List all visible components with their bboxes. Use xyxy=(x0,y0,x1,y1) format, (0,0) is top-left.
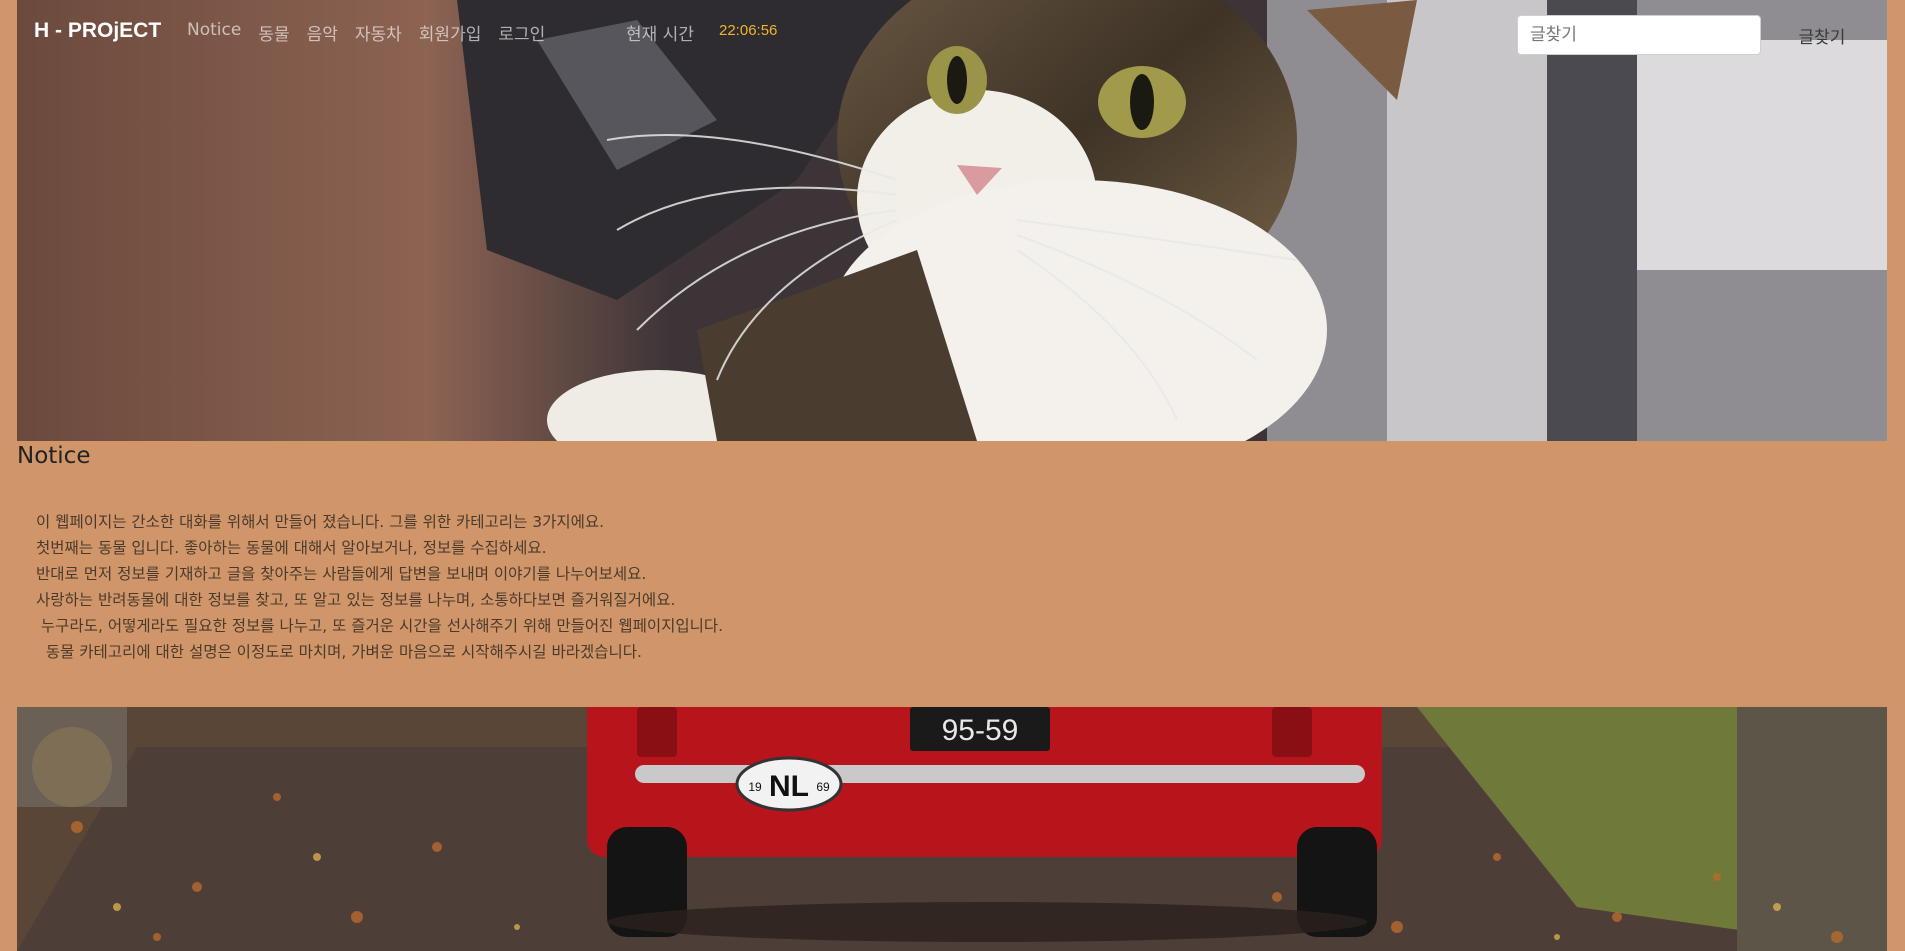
car-image: 95-59 NL 19 69 xyxy=(17,707,1887,951)
nav-menu: Notice 동물 음악 자동차 회원가입 로그인 xyxy=(187,20,562,45)
page: H - PROjECT Notice 동물 음악 자동차 회원가입 로그인 현재… xyxy=(0,0,1905,951)
nav-item-cars[interactable]: 자동차 xyxy=(355,20,402,45)
nav-item-animals[interactable]: 동물 xyxy=(258,20,289,45)
clock-value: 22:06:56 xyxy=(719,22,778,39)
notice-line: 누구라도, 어떻게라도 필요한 정보를 나누고, 또 즐거운 시간을 선사해주기… xyxy=(36,617,724,635)
nav-item-login[interactable]: 로그인 xyxy=(498,20,545,45)
right-border xyxy=(1887,0,1905,951)
nav-item-notice[interactable]: Notice xyxy=(187,20,241,45)
brand-logo[interactable]: H - PROjECT xyxy=(34,19,161,43)
nav-item-signup[interactable]: 회원가입 xyxy=(419,20,482,45)
navbar: H - PROjECT Notice 동물 음악 자동차 회원가입 로그인 현재… xyxy=(0,0,1905,66)
country-badge: NL xyxy=(769,770,809,803)
notice-title: Notice xyxy=(17,443,91,469)
notice-line: 사랑하는 반려동물에 대한 정보를 찾고, 또 알고 있는 정보를 나누며, 소… xyxy=(36,591,676,609)
car-illustration: 95-59 NL 19 69 xyxy=(17,707,1887,951)
search-input[interactable] xyxy=(1517,15,1761,55)
notice-line: 첫번째는 동물 입니다. 좋아하는 동물에 대해서 알아보거나, 정보를 수집하… xyxy=(36,539,547,557)
notice-line: 동물 카테고리에 대한 설명은 이정도로 마치며, 가벼운 마음으로 시작해주시… xyxy=(36,643,642,661)
notice-line: 이 웹페이지는 간소한 대화를 위해서 만들어 졌습니다. 그를 위한 카테고리… xyxy=(36,513,605,531)
nav-item-music[interactable]: 음악 xyxy=(307,20,338,45)
clock-label: 현재 시간 xyxy=(626,25,694,45)
badge-right: 69 xyxy=(816,780,830,794)
hero-cat-image xyxy=(17,0,1887,441)
notice-body: 이 웹페이지는 간소한 대화를 위해서 만들어 졌습니다. 그를 위한 카테고리… xyxy=(36,509,1236,665)
plate-number: 95-59 xyxy=(942,714,1019,747)
left-border xyxy=(0,0,17,951)
notice-line: 반대로 먼저 정보를 기재하고 글을 찾아주는 사람들에게 답변을 보내며 이야… xyxy=(36,565,647,583)
search-button[interactable]: 글찾기 xyxy=(1772,15,1872,55)
cat-illustration xyxy=(17,0,1887,441)
badge-left: 19 xyxy=(748,780,762,794)
